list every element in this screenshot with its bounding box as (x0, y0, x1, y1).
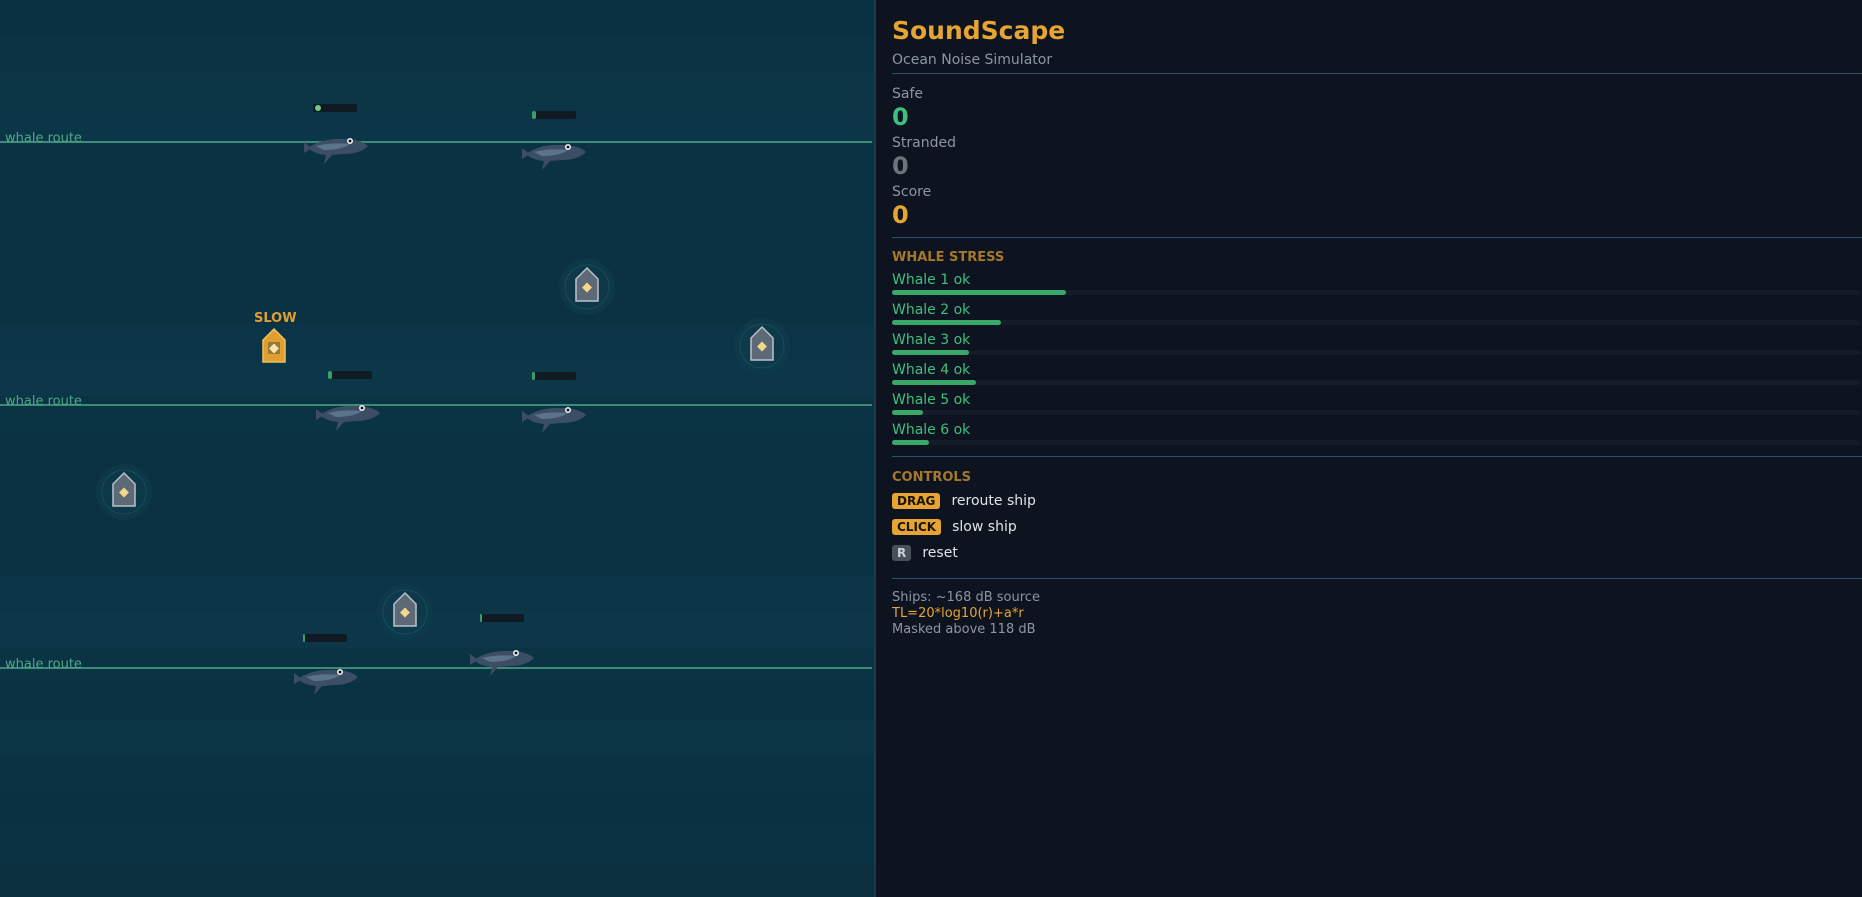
drag-key-badge: DRAG (892, 492, 941, 509)
whale-stress-row: Whale 4 ok (892, 362, 1860, 386)
control-click: CLICK slow ship (892, 516, 1017, 538)
whale-icon (522, 407, 586, 433)
whale-stress-label: Whale 3 ok (892, 332, 971, 348)
whale-stress-label: Whale 6 ok (892, 422, 971, 438)
app-subtitle: Ocean Noise Simulator (892, 52, 1053, 68)
side-panel: SoundScape Ocean Noise Simulator Safe 0 … (878, 0, 1862, 897)
whale-stress-meter (480, 614, 524, 622)
whale-stress-track (892, 320, 1860, 325)
whale-route-line-2 (0, 404, 872, 406)
whale-stress-bar (892, 410, 923, 415)
whale-stress-meter (303, 634, 347, 642)
stranded-label: Stranded (892, 135, 956, 151)
whale-stress-meter (328, 371, 372, 379)
safe-count: 0 (892, 103, 909, 131)
whale-stress-bar (892, 290, 1066, 295)
ship-icon[interactable] (375, 582, 435, 642)
slowed-ship-icon[interactable] (244, 318, 304, 378)
control-reset: R reset (892, 542, 958, 564)
whale-stress-track (892, 350, 1860, 355)
ship-icon[interactable] (557, 257, 617, 317)
ship-source-note: Ships: ~168 dB source (892, 590, 1040, 605)
reset-key-badge: R (892, 544, 912, 561)
whale-stress-bar (892, 320, 1001, 325)
controls-heading: CONTROLS (892, 470, 972, 485)
masking-threshold-note: Masked above 118 dB (892, 622, 1036, 637)
whale-stress-bar (892, 380, 976, 385)
whale-stress-meter (313, 104, 357, 112)
divider (892, 456, 1862, 457)
whale-icon (522, 144, 586, 170)
ocean-canvas[interactable]: whale route whale route whale route SLOW (0, 0, 876, 897)
whale-stress-row: Whale 3 ok (892, 332, 1860, 356)
control-click-text: slow ship (952, 518, 1017, 535)
stranded-count: 0 (892, 152, 909, 180)
whale-stress-label: Whale 1 ok (892, 272, 971, 288)
divider (892, 578, 1862, 579)
whale-stress-meter (532, 372, 576, 380)
ship-icon[interactable] (94, 462, 154, 522)
whale-stress-label: Whale 5 ok (892, 392, 971, 408)
whale-stress-label: Whale 4 ok (892, 362, 971, 378)
safe-label: Safe (892, 86, 924, 102)
control-drag-text: reroute ship (951, 492, 1036, 509)
whale-route-label-2: whale route (5, 394, 82, 409)
whale-route-label-1: whale route (5, 131, 82, 146)
ship-icon[interactable] (732, 316, 792, 376)
app-title: SoundScape (892, 16, 1066, 45)
whale-route-line-1 (0, 141, 872, 143)
whale-icon (294, 669, 358, 695)
control-reset-text: reset (922, 544, 958, 561)
whale-icon (316, 405, 380, 431)
whale-route-line-3 (0, 667, 872, 669)
whale-icon (304, 138, 368, 164)
whale-stress-row: Whale 6 ok (892, 422, 1860, 446)
whale-stress-track (892, 410, 1860, 415)
click-key-badge: CLICK (892, 518, 942, 535)
score-label: Score (892, 184, 932, 200)
whale-stress-heading: WHALE STRESS (892, 250, 1005, 265)
whale-stress-track (892, 380, 1860, 385)
whale-stress-row: Whale 2 ok (892, 302, 1860, 326)
whale-icon (470, 650, 534, 676)
score-value: 0 (892, 201, 909, 229)
whale-stress-row: Whale 5 ok (892, 392, 1860, 416)
divider (892, 73, 1862, 74)
divider (892, 237, 1862, 238)
whale-stress-track (892, 440, 1860, 445)
whale-route-label-3: whale route (5, 657, 82, 672)
whale-stress-row: Whale 1 ok (892, 272, 1860, 296)
control-drag: DRAG reroute ship (892, 490, 1036, 512)
transmission-loss-formula: TL=20*log10(r)+a*r (892, 606, 1024, 621)
whale-stress-bar (892, 350, 969, 355)
whale-stress-meter (532, 111, 576, 119)
whale-stress-bar (892, 440, 929, 445)
whale-stress-label: Whale 2 ok (892, 302, 971, 318)
